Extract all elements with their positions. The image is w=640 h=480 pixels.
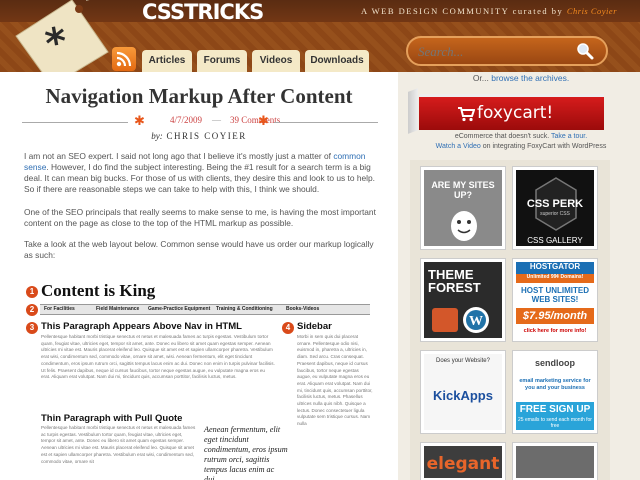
foxycart-banner[interactable]: foxycart!: [419, 94, 604, 130]
ad-label: CSS GALLERY: [527, 236, 583, 245]
figure-nav-item: Training & Conditioning: [216, 306, 273, 312]
figure-nav-item: For Facilities: [44, 306, 75, 312]
figure-pull-quote: Aenean fermentum, elit eget tincidunt co…: [204, 425, 288, 480]
search-box[interactable]: [406, 36, 608, 66]
ad-hostgator[interactable]: HOSTGATOR Unlimited 99¢ Domains! HOST UN…: [512, 258, 598, 342]
ad-sublabel: 25 emails to send each month for free: [518, 417, 592, 429]
post-title[interactable]: Navigation Markup After Content: [0, 84, 398, 109]
ad-label: THEME FOREST: [428, 267, 481, 295]
ad-css-perk[interactable]: CSS PERK superior CSS CSS GALLERY: [512, 166, 598, 250]
ad-sendloop[interactable]: sendloop email marketing service for you…: [512, 350, 598, 434]
figure-nav-item: Field Maintenance: [96, 306, 140, 312]
wordpress-icon: W: [463, 307, 489, 333]
ad-label: HOST UNLIMITED WEB SITES!: [521, 286, 589, 304]
ad-label: CSS PERK: [526, 198, 584, 210]
search-icon[interactable]: [576, 42, 594, 60]
logo-css: CSS: [142, 0, 185, 24]
figure-heading-thin: Thin Paragraph with Pull Quote: [41, 413, 183, 424]
byline-author: CHRIS COYIER: [166, 131, 247, 141]
svg-text:W: W: [469, 314, 483, 329]
post-paragraph-2: One of the SEO principals that really se…: [24, 207, 376, 228]
ad-price: $7.95/month: [516, 308, 594, 324]
foxy-caption-text: eCommerce that doesn't suck.: [454, 133, 551, 140]
tab-forums[interactable]: Forums: [197, 50, 247, 72]
site-logo[interactable]: CSSTRICKS: [142, 0, 264, 24]
p1-text-cont: . However, I do find the subject interes…: [24, 162, 376, 194]
rss-icon[interactable]: [112, 47, 136, 71]
ad-label: ARE MY SITES UP?: [431, 180, 495, 200]
figure-heading-content: Content is King: [41, 281, 156, 300]
foxycart-logo: foxycart!: [477, 103, 554, 123]
post-paragraph-3: Take a look at the web layout below. Com…: [24, 239, 374, 260]
meta-divider-left: [22, 122, 128, 123]
figure-lorem-sidebar: Morbi in sem quis dui placerat ornare. P…: [297, 334, 373, 427]
mascot-icon: [451, 211, 477, 241]
ad-slot[interactable]: [512, 442, 598, 480]
comments-link[interactable]: 39 Comments: [230, 115, 280, 125]
tagline-text: A WEB DESIGN COMMUNITY curated by: [360, 6, 567, 16]
post-date: 4/7/2009: [170, 115, 203, 125]
ad-sublabel: superior CSS: [540, 211, 570, 217]
ad-label: sendloop: [535, 358, 575, 368]
post-paragraph-1: I am not an SEO expert. I said not long …: [24, 151, 380, 195]
star-icon: ✱: [134, 113, 145, 128]
search-input[interactable]: [418, 43, 568, 61]
cart-icon: [458, 107, 475, 122]
ad-label: KickApps: [433, 388, 493, 403]
tab-downloads[interactable]: Downloads: [305, 50, 369, 72]
post-meta: ✱ 4/7/2009 — 39 Comments ✱: [22, 113, 378, 129]
figure-nav-item: Game-Practice Equipment: [148, 306, 211, 312]
post-byline: by: CHRIS COYIER: [0, 131, 398, 141]
rss-glyph-icon: [116, 51, 132, 67]
figure-nav-bar: For Facilities Field Maintenance Game-Pr…: [40, 304, 370, 315]
foxy-caption-text-2: on integrating FoxyCart with WordPress: [480, 143, 607, 150]
star-icon: ✱: [258, 113, 269, 128]
browse-prefix: Or...: [472, 73, 492, 83]
ad-label: Does your Website?: [436, 358, 490, 364]
ad-sublabel: click here for more info!: [523, 328, 587, 334]
ad-fold-shadow: [408, 88, 418, 134]
ad-sublabel: email marketing service for you and your…: [519, 378, 591, 391]
ad-label: HOSTGATOR: [516, 262, 594, 274]
meta-separator: —: [212, 115, 221, 125]
browse-archives: Or... browse the archives.: [402, 73, 640, 83]
logo-tricks: TRICKS: [184, 0, 264, 24]
figure-nav-item: Books-Videos: [286, 306, 320, 312]
step-number: 1: [26, 286, 38, 298]
figure-lorem-thin: Pellentesque habitant morbi tristique se…: [41, 425, 196, 464]
figure-lorem-main: Pellentesque habitant morbi tristique se…: [41, 334, 275, 380]
figure-heading-sidebar: Sidebar: [297, 321, 332, 332]
byline-prefix: by:: [151, 131, 163, 141]
tab-articles[interactable]: Articles: [142, 50, 192, 72]
ad-are-my-sites-up[interactable]: ARE MY SITES UP?: [420, 166, 506, 250]
ad-kickapps[interactable]: Does your Website? KickApps: [420, 350, 506, 434]
ad-label: elegant: [426, 454, 500, 474]
meta-divider-right: [274, 122, 378, 123]
figure-heading-above-nav: This Paragraph Appears Above Nav in HTML: [41, 321, 242, 332]
browse-archives-link[interactable]: browse the archives.: [491, 73, 569, 83]
foxycart-caption: eCommerce that doesn't suck. Take a tour…: [402, 132, 640, 152]
step-number: 2: [26, 304, 38, 316]
site-tagline: A WEB DESIGN COMMUNITY curated by Chris …: [361, 6, 617, 16]
tab-videos[interactable]: Videos: [252, 50, 300, 72]
wordpress-box: [432, 308, 458, 332]
take-a-tour-link[interactable]: Take a tour.: [551, 133, 587, 140]
ad-sublabel: Unlimited 99¢ Domains!: [516, 274, 594, 283]
ad-themeforest[interactable]: THEME FOREST W: [420, 258, 506, 342]
tagline-author-link[interactable]: Chris Coyier: [567, 6, 617, 16]
layout-example-image: 1 Content is King 2 For Facilities Field…: [24, 280, 380, 480]
ad-elegant-themes[interactable]: elegant: [420, 442, 506, 480]
step-number: 3: [26, 322, 38, 334]
watch-video-link[interactable]: Watch a Video: [436, 143, 481, 150]
price-tag-logo-icon[interactable]: *: [8, 0, 128, 74]
step-number: 4: [282, 322, 294, 334]
p1-text: I am not an SEO expert. I said not long …: [24, 151, 334, 161]
